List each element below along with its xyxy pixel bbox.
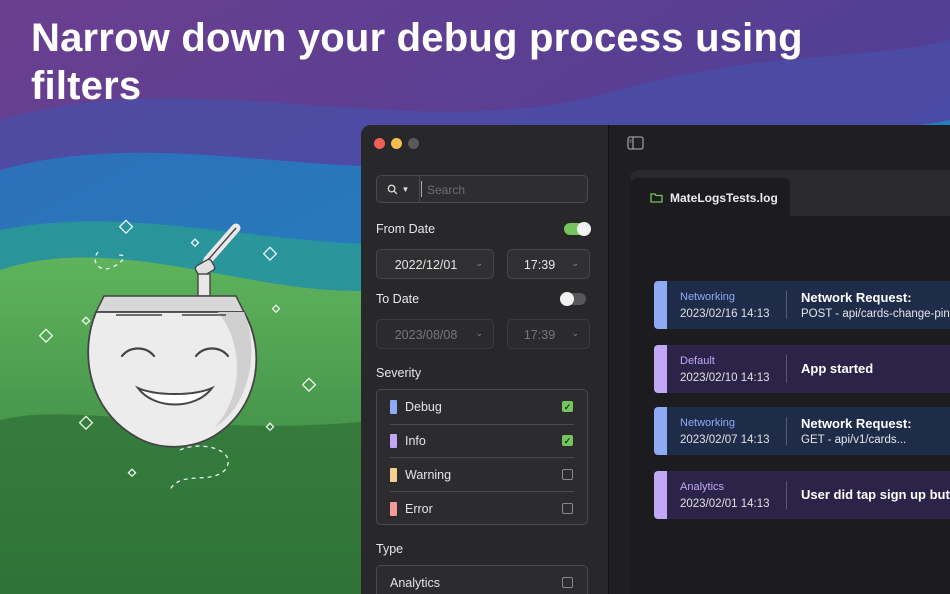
checkbox[interactable] [562,577,573,588]
zoom-window-button[interactable] [408,138,419,149]
severity-label: Severity [376,366,422,380]
checkbox[interactable] [562,503,573,514]
mate-cup-illustration [30,210,320,505]
checkbox-checked[interactable]: ✓ [562,435,573,446]
chevron-down-icon: ⌄ [475,258,483,268]
search-input[interactable] [425,179,584,201]
search-box: ▼ [376,175,588,203]
from-time-picker[interactable]: 17:39 ⌄ [507,249,590,279]
chevron-down-icon: ▼ [401,184,410,194]
severity-item-warning[interactable]: Warning [377,458,587,492]
from-date-label: From Date [376,222,436,236]
to-date-picker[interactable]: 2023/08/08 ⌄ [376,319,494,349]
severity-filter-list: Debug ✓ Info ✓ Warning Error [376,389,588,525]
type-item-analytics[interactable]: Analytics [377,566,587,594]
severity-stripe [654,345,667,393]
checkbox[interactable] [562,469,573,480]
log-entry[interactable]: Networking 2023/02/16 14:13 Network Requ… [654,281,950,329]
type-label: Type [376,542,404,556]
severity-stripe [654,281,667,329]
severity-item-error[interactable]: Error [377,492,587,526]
log-viewer: MateLogsTests.log Networking 2023/02/16 … [609,125,950,594]
from-date-toggle[interactable] [564,222,591,236]
severity-stripe [654,407,667,455]
log-entry[interactable]: Analytics 2023/02/01 14:13 User did tap … [654,471,950,519]
tab-log-file[interactable]: MateLogsTests.log [631,178,790,216]
color-swatch [390,468,397,482]
minimize-window-button[interactable] [391,138,402,149]
search-scope-button[interactable]: ▼ [377,176,420,202]
to-date-label: To Date [376,292,420,306]
divider [786,417,787,445]
text-cursor [421,181,422,197]
severity-stripe [654,471,667,519]
chevron-down-icon: ⌄ [475,328,483,338]
search-icon [387,184,397,194]
color-swatch [390,502,397,516]
page-title: Narrow down your debug process using fil… [31,16,803,108]
sidebar-toggle-icon[interactable] [627,136,644,150]
log-entry[interactable]: Networking 2023/02/07 14:13 Network Requ… [654,407,950,455]
log-list: Networking 2023/02/16 14:13 Network Requ… [631,216,950,594]
severity-item-debug[interactable]: Debug ✓ [377,390,587,424]
type-filter-list: Analytics [376,565,588,594]
color-swatch [390,434,397,448]
chevron-down-icon: ⌄ [571,328,579,338]
folder-icon [650,193,663,203]
to-date-toggle[interactable] [560,292,586,306]
divider [786,291,787,319]
log-entry[interactable]: Default 2023/02/10 14:13 App started [654,345,950,393]
chevron-down-icon: ⌄ [571,258,579,268]
color-swatch [390,400,397,414]
divider [786,355,787,383]
checkbox-checked[interactable]: ✓ [562,401,573,412]
to-time-picker[interactable]: 17:39 ⌄ [507,319,590,349]
close-window-button[interactable] [374,138,385,149]
app-window: ▼ From Date 2022/12/01⌄ 17:39⌄ To Date 2… [361,125,950,594]
divider [786,481,787,509]
tab-bar: MateLogsTests.log [631,170,950,216]
severity-item-info[interactable]: Info ✓ [377,424,587,458]
filter-sidebar: ▼ From Date 2022/12/01⌄ 17:39⌄ To Date 2… [361,125,609,594]
from-date-picker[interactable]: 2022/12/01 ⌄ [376,249,494,279]
